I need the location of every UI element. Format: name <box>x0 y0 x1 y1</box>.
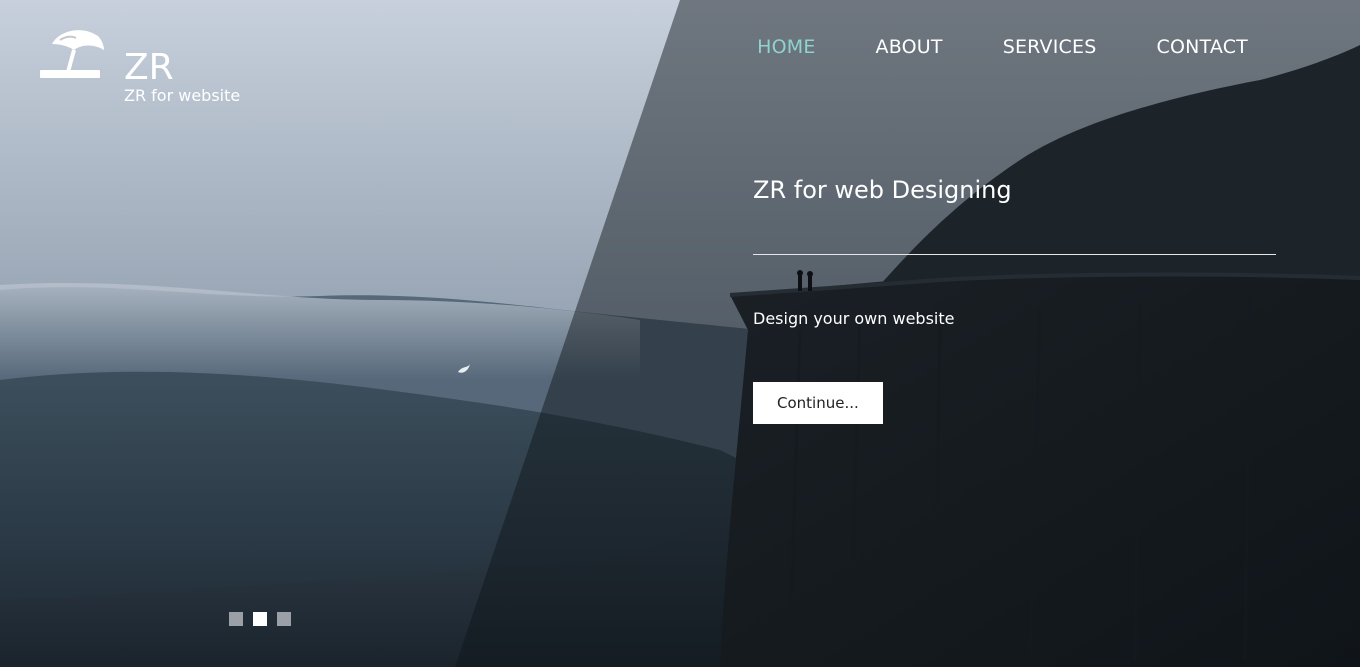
hero-content: ZR for web Designing Design your own web… <box>753 176 1276 424</box>
beach-umbrella-icon <box>40 30 104 78</box>
slider-dot-1[interactable] <box>229 612 243 626</box>
nav-item-about[interactable]: ABOUT <box>876 36 943 58</box>
slider-dot-3[interactable] <box>277 612 291 626</box>
continue-button[interactable]: Continue... <box>753 382 883 424</box>
brand-title: ZR <box>124 47 174 88</box>
slider-dot-2[interactable] <box>253 612 267 626</box>
hero-tagline: Design your own website <box>753 309 955 328</box>
hero-divider <box>753 254 1276 255</box>
brand-logo[interactable]: ZR ZR for website <box>38 26 298 116</box>
hero-headline: ZR for web Designing <box>753 176 1012 204</box>
main-navigation: HOME ABOUT SERVICES CONTACT <box>757 36 1248 58</box>
hero-section: ZR ZR for website HOME ABOUT SERVICES CO… <box>0 0 1360 667</box>
nav-item-contact[interactable]: CONTACT <box>1156 36 1248 58</box>
slider-dots <box>229 612 291 626</box>
brand-subtitle: ZR for website <box>124 86 241 105</box>
nav-item-home[interactable]: HOME <box>757 36 815 58</box>
nav-item-services[interactable]: SERVICES <box>1003 36 1097 58</box>
